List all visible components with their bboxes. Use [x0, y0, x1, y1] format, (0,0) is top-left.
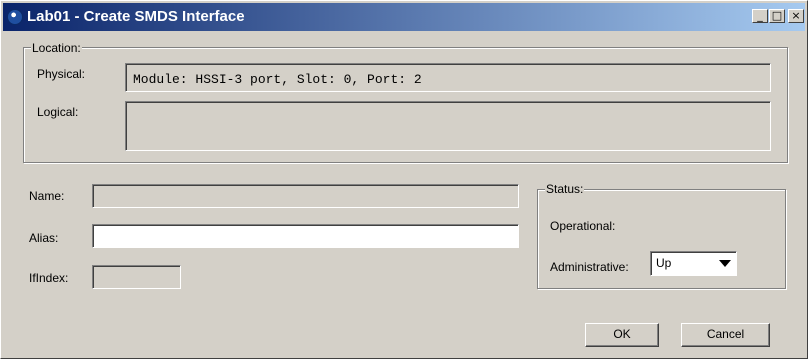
physical-label: Physical:	[37, 67, 86, 81]
ifindex-field	[92, 265, 181, 289]
app-globe-icon	[7, 9, 23, 25]
administrative-select[interactable]: Up	[650, 251, 737, 276]
physical-field: Module: HSSI-3 port, Slot: 0, Port: 2	[125, 63, 771, 92]
location-legend: Location:	[31, 41, 82, 55]
operational-label: Operational:	[550, 219, 616, 233]
name-field	[92, 184, 519, 208]
administrative-label: Administrative:	[550, 260, 629, 274]
close-button[interactable]: ×	[788, 9, 804, 23]
window-title: Lab01 - Create SMDS Interface	[27, 8, 245, 25]
title-bar[interactable]: Lab01 - Create SMDS Interface _ □ ×	[3, 3, 805, 31]
status-legend: Status:	[545, 182, 585, 196]
ifindex-label: IfIndex:	[29, 271, 69, 285]
alias-label: Alias:	[29, 231, 59, 245]
logical-field	[125, 101, 771, 151]
chevron-down-icon[interactable]	[717, 255, 733, 272]
cancel-button[interactable]: Cancel	[681, 323, 770, 347]
alias-input[interactable]	[92, 224, 519, 248]
administrative-select-value: Up	[656, 256, 672, 270]
ok-button[interactable]: OK	[585, 323, 659, 347]
maximize-button[interactable]: □	[769, 9, 785, 23]
dialog-window: Lab01 - Create SMDS Interface _ □ × Loca…	[0, 0, 808, 359]
name-label: Name:	[29, 189, 65, 203]
minimize-button[interactable]: _	[752, 9, 768, 23]
logical-label: Logical:	[37, 105, 79, 119]
